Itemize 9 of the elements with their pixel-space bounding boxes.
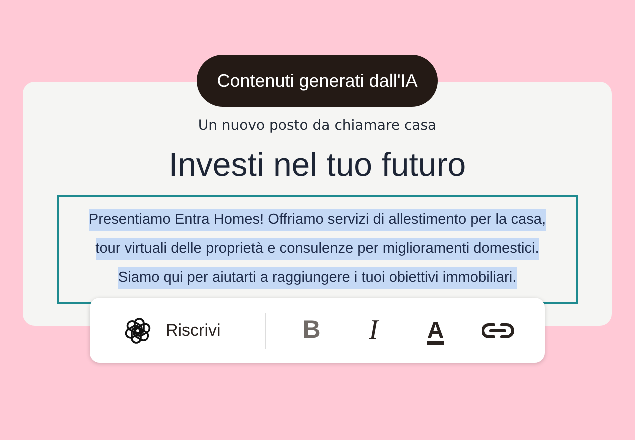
ai-content-badge: Contenuti generati dall'IA: [197, 55, 438, 107]
link-icon: [482, 322, 514, 340]
rewrite-button[interactable]: Riscrivi: [124, 316, 221, 344]
bold-button[interactable]: B: [296, 314, 328, 346]
knot-icon: [124, 316, 152, 344]
subtitle: Un nuovo posto da chiamare casa: [198, 117, 437, 136]
headline: Investi nel tuo futuro: [168, 145, 466, 185]
color-button[interactable]: A: [420, 314, 452, 346]
italic-button[interactable]: I: [358, 314, 390, 346]
